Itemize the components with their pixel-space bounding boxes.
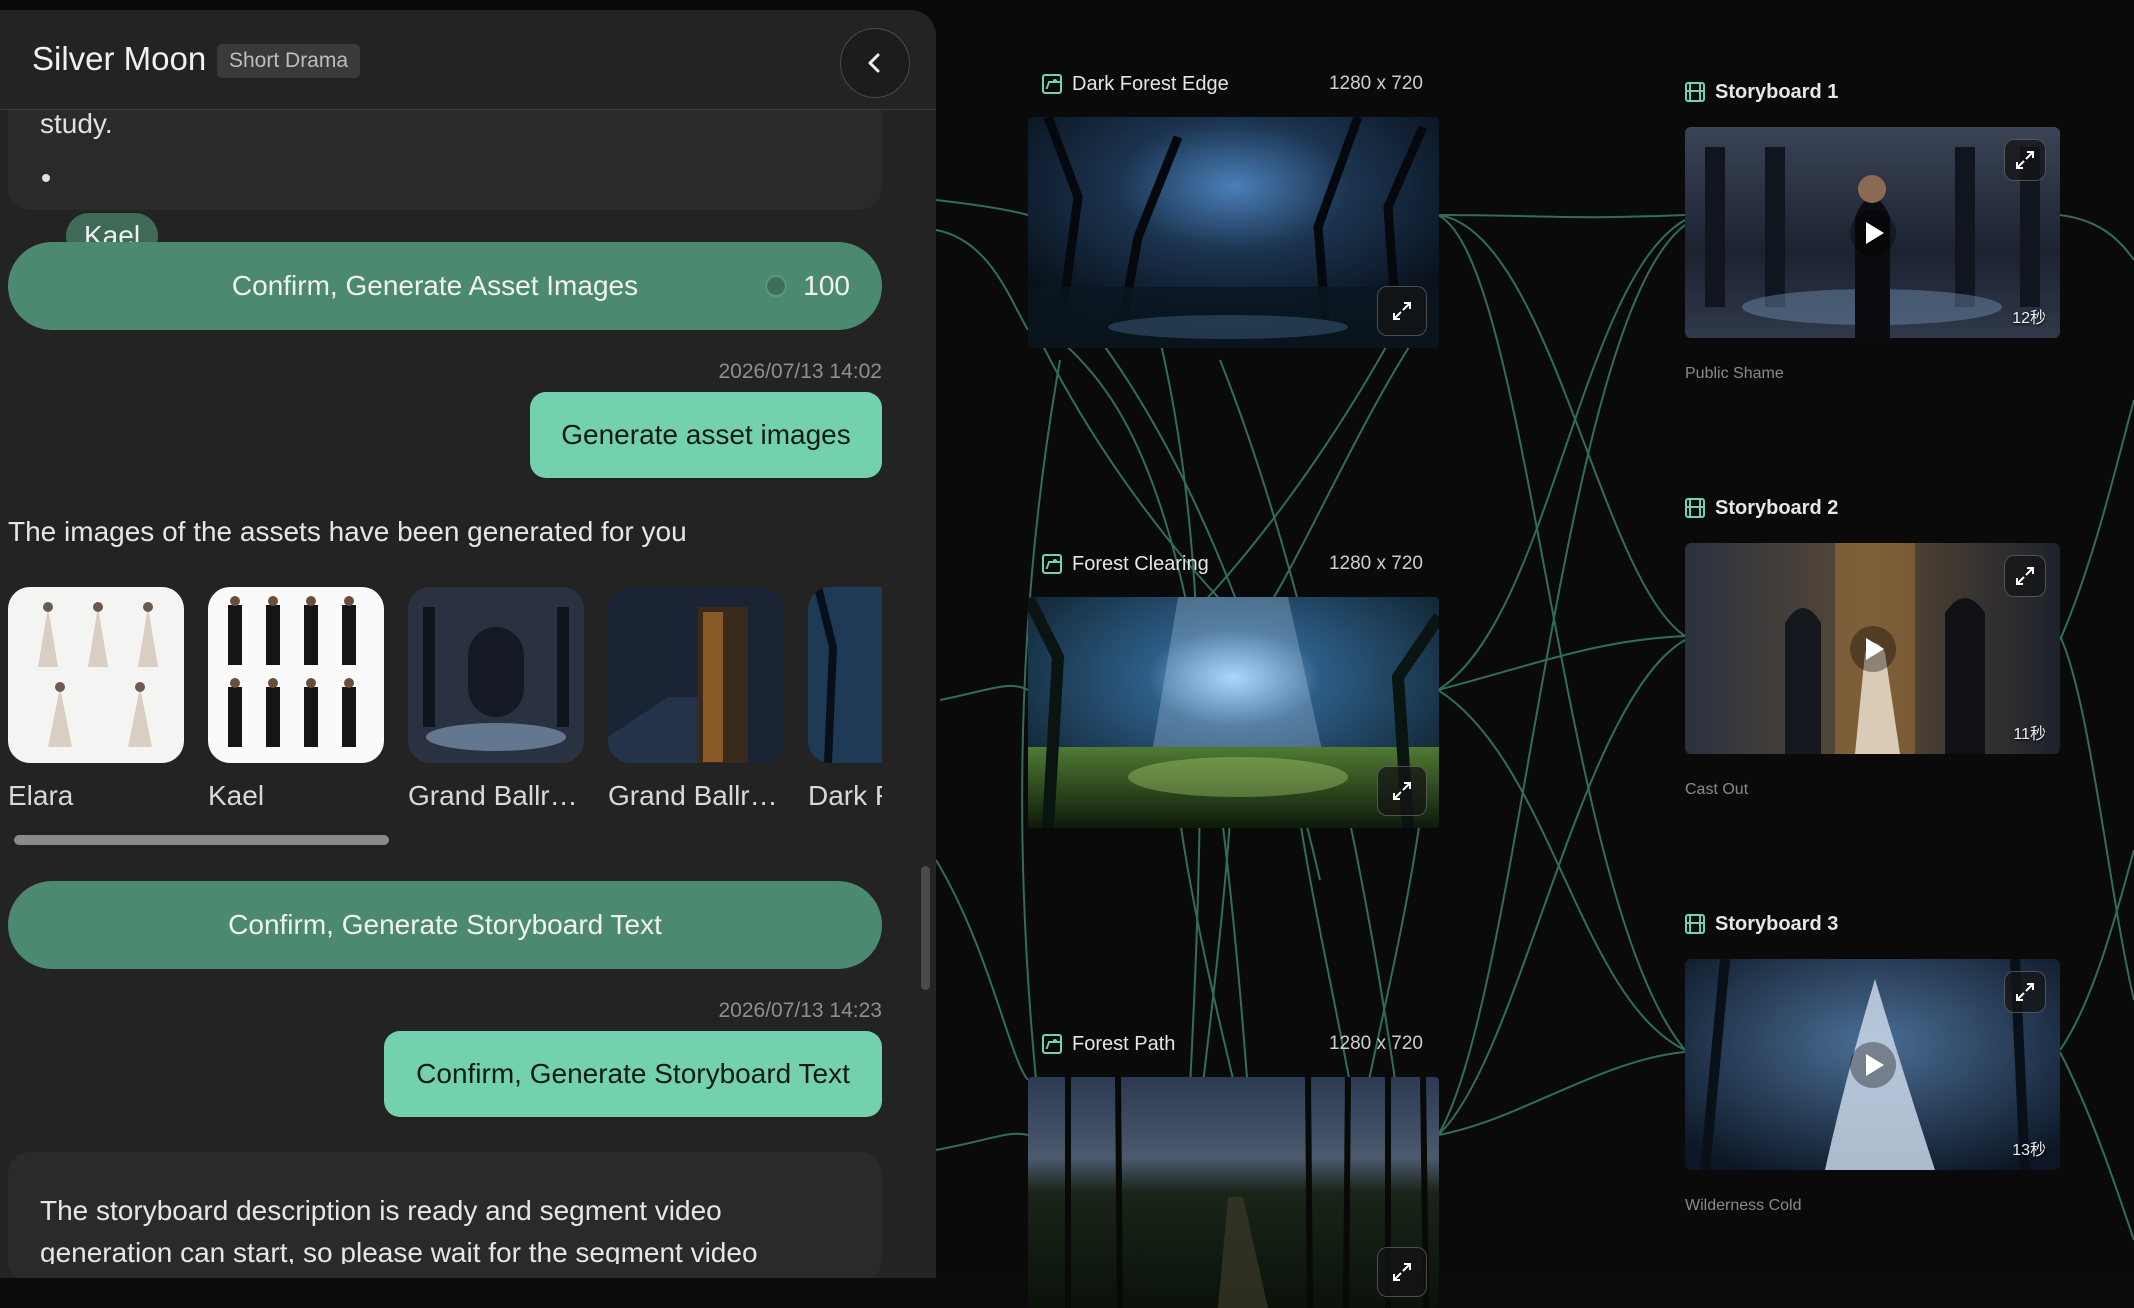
film-icon bbox=[1685, 914, 1705, 934]
video-duration: 11秒 bbox=[2013, 726, 2046, 743]
node-title: Forest Path bbox=[1072, 1032, 1176, 1055]
node-image[interactable] bbox=[1028, 597, 1439, 828]
asset-name: Grand Ballroom bbox=[608, 780, 784, 811]
button-label: Confirm, Generate Storyboard Text bbox=[228, 909, 662, 940]
node-header: Storyboard 3 bbox=[1685, 907, 2060, 941]
expand-icon bbox=[2016, 567, 2034, 585]
node-title: Storyboard 3 bbox=[1715, 912, 1839, 935]
image-node-forest-path[interactable]: Forest Path 1280 x 720 bbox=[1028, 1027, 1439, 1308]
storyboard-node-3[interactable]: Storyboard 3 13秒 Wilderness Cold bbox=[1685, 907, 2060, 1227]
node-resolution: 1280 x 720 bbox=[1328, 73, 1423, 94]
node-header: Storyboard 2 bbox=[1685, 491, 2060, 525]
expand-button[interactable] bbox=[2004, 971, 2046, 1013]
node-header: Storyboard 1 bbox=[1685, 75, 2060, 109]
assets-intro-text: The images of the assets have been gener… bbox=[8, 516, 687, 547]
collapse-panel-button[interactable] bbox=[840, 28, 910, 98]
node-resolution: 1280 x 720 bbox=[1328, 553, 1423, 574]
message-text: The storyboard description is ready and … bbox=[40, 1195, 758, 1264]
asset-image[interactable] bbox=[8, 587, 184, 763]
image-icon bbox=[1042, 554, 1062, 574]
asset-image[interactable] bbox=[808, 587, 882, 763]
asset-image[interactable] bbox=[208, 587, 384, 763]
asset-name: Kael bbox=[208, 780, 265, 811]
project-title: Silver Moon bbox=[32, 40, 207, 77]
node-image[interactable] bbox=[1028, 117, 1439, 348]
storyboard-node-2[interactable]: Storyboard 2 11秒 Cast Out bbox=[1685, 491, 2060, 811]
film-icon bbox=[1685, 82, 1705, 102]
node-title: Forest Clearing bbox=[1072, 552, 1209, 575]
message-timestamp: 2026/07/13 14:02 bbox=[718, 360, 883, 383]
asset-name: Elara bbox=[8, 780, 74, 811]
asset-card-elara[interactable]: Elara bbox=[8, 587, 184, 812]
image-icon bbox=[1042, 1034, 1062, 1054]
expand-button[interactable] bbox=[1377, 286, 1427, 336]
storyboard-caption: Cast Out bbox=[1685, 781, 1749, 798]
expand-button[interactable] bbox=[2004, 555, 2046, 597]
expand-icon bbox=[2016, 151, 2034, 169]
film-icon bbox=[1685, 498, 1705, 518]
expand-button[interactable] bbox=[1377, 766, 1427, 816]
storyboard-caption: Public Shame bbox=[1685, 365, 1784, 382]
storyboard-caption: Wilderness Cold bbox=[1685, 1197, 1802, 1214]
user-message-bubble: Generate asset images bbox=[530, 392, 882, 478]
chevron-left-icon bbox=[868, 53, 880, 73]
asset-image[interactable] bbox=[608, 587, 784, 763]
asset-card-dark-forest-edge[interactable]: Dark Forest Edge bbox=[808, 587, 882, 812]
chat-panel: Silver Moon Short Drama study. Kael Conf… bbox=[0, 10, 936, 1278]
user-message-bubble: Confirm, Generate Storyboard Text bbox=[384, 1031, 882, 1117]
video-duration: 12秒 bbox=[2012, 310, 2046, 327]
asset-card-kael[interactable]: Kael bbox=[208, 587, 384, 812]
expand-button[interactable] bbox=[2004, 139, 2046, 181]
assistant-message-card: The storyboard description is ready and … bbox=[8, 1152, 882, 1278]
horizontal-scrollbar[interactable] bbox=[14, 835, 389, 845]
message-timestamp: 2026/07/13 14:23 bbox=[718, 999, 883, 1022]
asset-name: Dark Forest Edge bbox=[808, 780, 882, 811]
credit-amount: 100 bbox=[803, 270, 850, 301]
image-node-dark-forest-edge[interactable]: Dark Forest Edge 1280 x 720 bbox=[1028, 67, 1439, 348]
node-title: Dark Forest Edge bbox=[1072, 72, 1229, 95]
node-title: Storyboard 2 bbox=[1715, 496, 1839, 519]
play-icon[interactable] bbox=[1849, 1041, 1896, 1088]
credit-cost: 100 bbox=[765, 270, 850, 302]
message-text: study. bbox=[40, 108, 113, 139]
image-icon bbox=[1042, 74, 1062, 94]
button-label: Confirm, Generate Asset Images bbox=[231, 270, 639, 301]
play-icon[interactable] bbox=[1849, 209, 1896, 256]
node-resolution: 1280 x 720 bbox=[1328, 1033, 1423, 1054]
video-duration: 13秒 bbox=[2012, 1142, 2046, 1159]
node-title: Storyboard 1 bbox=[1715, 80, 1839, 103]
asset-card-grand-ballroom[interactable]: Grand Ballroom bbox=[408, 587, 584, 812]
bullet bbox=[42, 174, 50, 182]
confirm-generate-storyboard-button[interactable]: Confirm, Generate Storyboard Text bbox=[8, 881, 882, 969]
vertical-scrollbar[interactable] bbox=[921, 866, 930, 990]
confirm-generate-assets-button[interactable]: Confirm, Generate Asset Images 100 bbox=[8, 242, 882, 330]
storyboard-node-1[interactable]: Storyboard 1 12秒 Public Shame bbox=[1685, 75, 2060, 395]
node-header: Dark Forest Edge 1280 x 720 bbox=[1028, 67, 1439, 101]
asset-card-grand-ballroom-2[interactable]: Grand Ballroom bbox=[608, 587, 784, 812]
chat-header: Silver Moon Short Drama bbox=[0, 10, 936, 110]
storyboard-video[interactable]: 13秒 bbox=[1685, 959, 2060, 1170]
node-header: Forest Path 1280 x 720 bbox=[1028, 1027, 1439, 1061]
project-type-tag: Short Drama bbox=[217, 44, 361, 78]
expand-button[interactable] bbox=[1377, 1247, 1427, 1297]
coin-icon bbox=[765, 275, 788, 297]
storyboard-video[interactable]: 12秒 bbox=[1685, 127, 2060, 338]
play-icon[interactable] bbox=[1849, 625, 1896, 672]
expand-icon bbox=[1393, 1263, 1411, 1281]
asset-name: Grand Ballroom bbox=[408, 780, 584, 811]
node-image[interactable] bbox=[1028, 1077, 1439, 1308]
node-header: Forest Clearing 1280 x 720 bbox=[1028, 547, 1439, 581]
image-node-forest-clearing[interactable]: Forest Clearing 1280 x 720 bbox=[1028, 547, 1439, 828]
expand-icon bbox=[2016, 983, 2034, 1001]
storyboard-video[interactable]: 11秒 bbox=[1685, 543, 2060, 754]
expand-icon bbox=[1393, 782, 1411, 800]
asset-image[interactable] bbox=[408, 587, 584, 763]
expand-icon bbox=[1393, 302, 1411, 320]
